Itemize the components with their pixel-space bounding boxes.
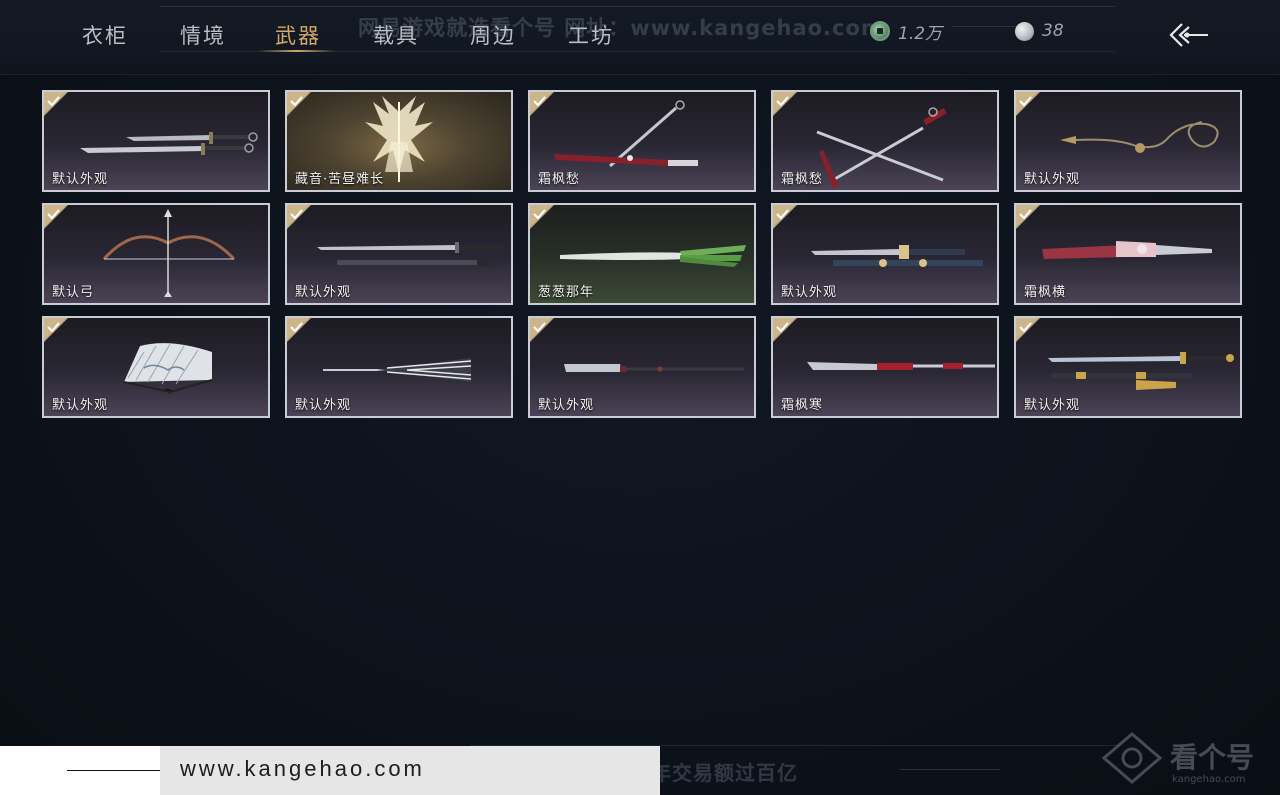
owned-check-icon — [530, 205, 554, 229]
weapon-card[interactable]: 霜枫寒 — [771, 316, 999, 418]
active-tab-indicator — [258, 50, 336, 52]
weapon-card[interactable]: 默认弓 — [42, 203, 270, 305]
weapon-card[interactable]: 默认外观 — [771, 203, 999, 305]
weapon-wardrobe-screen: 网易游戏就选看个号 网址：www.kangehao.com 衣柜 情境 武器 载… — [0, 0, 1280, 795]
owned-check-icon — [773, 205, 797, 229]
weapon-card[interactable]: 默认外观 — [1014, 90, 1242, 192]
weapon-card[interactable]: 默认外观 — [285, 203, 513, 305]
weapon-card[interactable]: 默认外观 — [42, 90, 270, 192]
divider-ornament — [952, 26, 1022, 27]
owned-check-icon — [530, 92, 554, 116]
watermark-strip-line — [67, 770, 165, 771]
weapon-name: 霜枫愁 — [538, 172, 581, 187]
logo-subtext: kangehao.com — [1172, 774, 1246, 785]
weapon-name: 霜枫寒 — [781, 398, 824, 413]
weapon-name: 霜枫愁 — [781, 172, 824, 187]
tab-wardrobe[interactable]: 衣柜 — [82, 20, 128, 50]
logo-text: 看个号 — [1170, 741, 1255, 774]
jade-currency: 1.2万 — [870, 18, 942, 44]
weapon-card[interactable]: 默认外观 — [42, 316, 270, 418]
owned-check-icon — [530, 318, 554, 342]
back-button[interactable] — [1164, 18, 1210, 52]
weapon-name: 默认弓 — [52, 285, 95, 300]
url-banner: www.kangehao.com — [160, 746, 660, 795]
owned-check-icon — [1016, 205, 1040, 229]
owned-check-icon — [287, 92, 311, 116]
back-arrow-icon — [1169, 23, 1208, 47]
owned-check-icon — [44, 205, 68, 229]
top-navigation-bar: 网易游戏就选看个号 网址：www.kangehao.com 衣柜 情境 武器 载… — [0, 0, 1280, 75]
weapon-name: 藏音·苦昼难长 — [295, 172, 385, 187]
silver-currency: 38 — [1015, 18, 1064, 44]
weapon-name: 默认外观 — [295, 398, 352, 413]
weapon-name: 默认外观 — [52, 398, 109, 413]
weapon-grid: 默认外观 藏音·苦昼难长 霜枫愁 霜枫愁 默认外观 默认弓 默认外观 葱葱那年 … — [42, 90, 1244, 420]
tab-weapons[interactable]: 武器 — [275, 20, 321, 50]
url-text: www.kangehao.com — [180, 756, 425, 781]
owned-check-icon — [1016, 92, 1040, 116]
weapon-name: 默认外观 — [1024, 172, 1081, 187]
weapon-name: 葱葱那年 — [538, 285, 595, 300]
owned-check-icon — [44, 318, 68, 342]
weapon-name: 默认外观 — [52, 172, 109, 187]
weapon-card[interactable]: 默认外观 — [1014, 316, 1242, 418]
tab-vehicles[interactable]: 载具 — [373, 20, 419, 50]
weapon-card[interactable]: 葱葱那年 — [528, 203, 756, 305]
silver-coin-icon — [1015, 21, 1034, 41]
owned-check-icon — [44, 92, 68, 116]
owned-check-icon — [287, 318, 311, 342]
weapon-card[interactable]: 霜枫愁 — [771, 90, 999, 192]
bottom-ornament-line — [900, 769, 1000, 770]
owned-check-icon — [773, 318, 797, 342]
jade-coin-icon — [870, 21, 890, 41]
weapon-card[interactable]: 默认外观 — [528, 316, 756, 418]
owned-check-icon — [1016, 318, 1040, 342]
top-watermark: 网易游戏就选看个号 网址：www.kangehao.com — [358, 16, 884, 40]
weapon-name: 默认外观 — [781, 285, 838, 300]
tab-workshop[interactable]: 工坊 — [568, 20, 614, 50]
weapon-card[interactable]: 霜枫愁 — [528, 90, 756, 192]
weapon-name: 默认外观 — [1024, 398, 1081, 413]
owned-check-icon — [287, 205, 311, 229]
silver-amount: 38 — [1042, 21, 1064, 41]
owned-check-icon — [773, 92, 797, 116]
jade-amount: 1.2万 — [898, 23, 943, 44]
weapon-name: 霜枫横 — [1024, 285, 1067, 300]
weapon-name: 默认外观 — [538, 398, 595, 413]
weapon-card[interactable]: 藏音·苦昼难长 — [285, 90, 513, 192]
tab-scenes[interactable]: 情境 — [180, 20, 226, 50]
weapon-card[interactable]: 默认外观 — [285, 316, 513, 418]
tab-peripherals[interactable]: 周边 — [470, 20, 516, 50]
weapon-name: 默认外观 — [295, 285, 352, 300]
weapon-card[interactable]: 霜枫横 — [1014, 203, 1242, 305]
